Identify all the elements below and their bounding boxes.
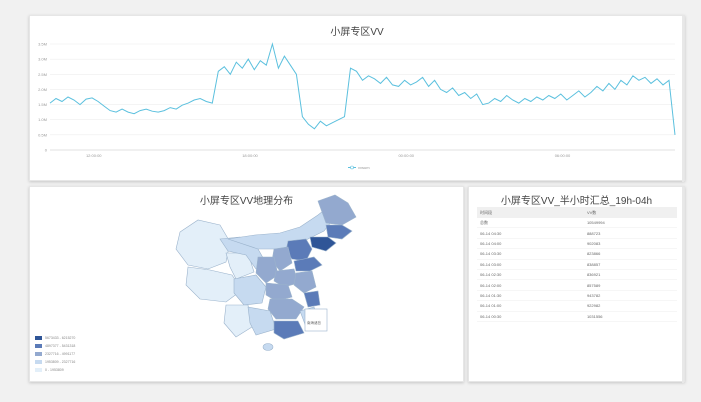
table-cell: 06-14 03:00 <box>477 259 584 270</box>
map-legend-item[interactable]: 5673433 - 6215270 <box>35 336 75 340</box>
legend-swatch <box>35 360 42 364</box>
region-guangdong[interactable] <box>273 320 305 340</box>
region-sichuan[interactable] <box>233 274 267 306</box>
scrollbar[interactable] <box>682 16 684 182</box>
column-header[interactable]: VV数 <box>583 207 677 218</box>
x-tick-label: 12:00:00 <box>86 153 102 158</box>
geo-map-panel: 小屏专区VV地理分布 南海诸岛 5673433 - 6215270 489737… <box>29 186 464 382</box>
legend-label: 5673433 - 6215270 <box>45 336 76 340</box>
y-tick-label: 3.5M <box>38 42 47 47</box>
table-cell: 888723 <box>583 227 677 239</box>
table-row: 06-14 03:30 823866 <box>477 248 677 260</box>
region-jilin[interactable] <box>325 224 353 240</box>
table-cell: 06-14 02:30 <box>477 269 584 281</box>
map-legend-item[interactable]: 0 - 1953809 <box>35 368 64 372</box>
y-tick-label: 2.0M <box>38 87 47 92</box>
table-row: 06-14 01:00 922982 <box>477 300 677 312</box>
legend-marker <box>350 165 354 170</box>
legend-swatch <box>35 368 42 372</box>
legend-label: 1953809 - 2327716 <box>45 360 76 364</box>
map-legend-item[interactable]: 4897377 - 5431318 <box>35 344 75 348</box>
region-jiangsu[interactable] <box>293 270 317 294</box>
region-zhejiang[interactable] <box>303 290 321 308</box>
china-choropleth-map <box>175 194 357 351</box>
region-liaoning[interactable] <box>309 236 337 252</box>
map-legend-item[interactable]: 2327716 - 4991177 <box>35 352 75 356</box>
y-tick-label: 0.5M <box>38 132 47 137</box>
table-cell: 836921 <box>583 269 677 281</box>
y-tick-label: 3.0M <box>38 57 47 62</box>
summary-table: 时间段 VV数 总数 10549994 06-14 04:30 888723 06-… <box>477 207 677 322</box>
legend-label: 2327716 - 4991177 <box>45 352 76 356</box>
table-cell: 总数 <box>477 218 584 229</box>
table-cell: 06-14 00:30 <box>477 311 584 322</box>
table-row: 06-14 04:00 902083 <box>477 238 677 250</box>
table-row: 06-14 04:30 888723 <box>477 227 677 239</box>
legend-swatch <box>35 336 42 340</box>
table-cell: 06-14 01:30 <box>477 290 584 302</box>
table-row: 06-14 02:30 836921 <box>477 269 677 281</box>
legend-label[interactable]: vvsum <box>358 165 370 170</box>
table-cell: 06-14 04:30 <box>477 227 584 239</box>
dashboard: { "top_chart": { "title": "小屏专区VV", "y_t… <box>0 0 701 402</box>
table-cell: 922982 <box>583 300 677 312</box>
y-tick-label: 1.0M <box>38 117 47 122</box>
table-cell: 902083 <box>583 238 677 250</box>
table-cell: 1031556 <box>583 311 677 322</box>
map-legend-item[interactable]: 1953809 - 2327716 <box>35 360 75 364</box>
legend-swatch <box>35 344 42 348</box>
table-row: 06-14 01:30 943782 <box>477 290 677 302</box>
table-cell: 823866 <box>583 248 677 260</box>
table-cell: 943782 <box>583 290 677 302</box>
table-row: 06-14 00:30 1031556 <box>477 311 677 322</box>
y-tick-label: 1.5M <box>38 102 47 107</box>
table-header-row: 时间段 VV数 <box>477 207 677 218</box>
table-title: 小屏专区VV_半小时汇总_19h-04h <box>500 196 653 207</box>
region-hubei[interactable] <box>265 282 293 302</box>
inset-label: 南海诸岛 <box>307 321 321 325</box>
region-hunan[interactable] <box>267 298 305 320</box>
scrollbar[interactable] <box>682 187 684 383</box>
table-cell: 857589 <box>583 279 677 291</box>
column-header[interactable]: 时间段 <box>477 207 584 218</box>
south-china-sea-inset <box>304 308 328 332</box>
table-row: 总数 10549994 <box>477 218 677 229</box>
legend-label: 0 - 1953809 <box>45 368 64 372</box>
y-tick-label: 0 <box>45 148 48 153</box>
x-tick-label: 00:00:00 <box>398 153 414 158</box>
table-cell: 06-14 04:00 <box>477 238 584 250</box>
table-cell: 06-14 03:30 <box>477 248 584 260</box>
table-cell: 06-14 01:00 <box>477 300 584 312</box>
table-cell: 10549994 <box>583 218 677 229</box>
table-cell: 838857 <box>583 259 677 270</box>
table-cell: 06-14 02:00 <box>477 279 584 291</box>
table-row: 06-14 02:00 857589 <box>477 279 677 291</box>
vv-line-chart-panel: 小屏专区VV 3.5M 3.0M 2.5M 2.0M 1.5M 1.0M 0.5M 0 12:0… <box>29 15 685 182</box>
region-xinjiang[interactable] <box>175 219 231 270</box>
vv-line-chart: 3.5M 3.0M 2.5M 2.0M 1.5M 1.0M 0.5M 0 12:00:00 18:… <box>38 42 676 170</box>
region-hainan[interactable] <box>262 343 274 351</box>
x-tick-label: 18:00:00 <box>242 153 258 158</box>
y-tick-label: 2.5M <box>38 72 47 77</box>
summary-table-panel: 小屏专区VV_半小时汇总_19h-04h 时间段 VV数 总数 10549994 … <box>468 186 685 383</box>
legend-swatch <box>35 352 42 356</box>
legend-label: 4897377 - 5431318 <box>45 344 76 348</box>
region-yunnan[interactable] <box>223 304 253 338</box>
x-tick-label: 06:00:00 <box>555 153 571 158</box>
table-row: 06-14 03:00 838857 <box>477 259 677 270</box>
